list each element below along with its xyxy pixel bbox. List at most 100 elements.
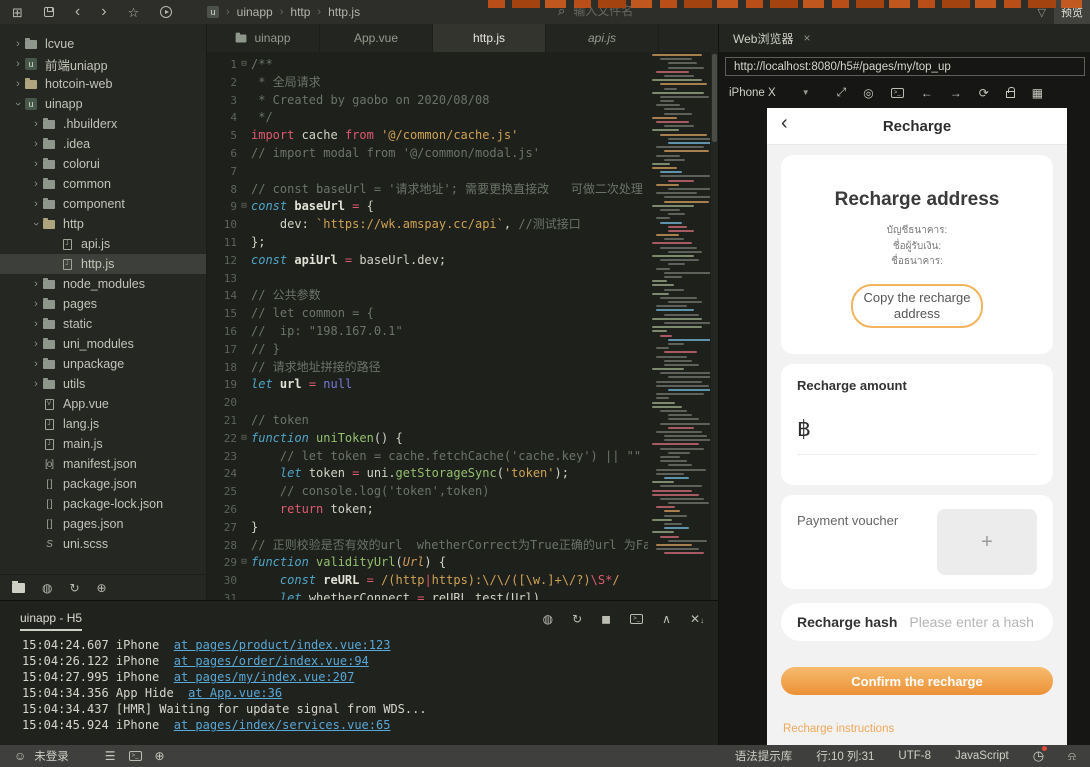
code-line[interactable]: 1 ⊟/** xyxy=(207,56,648,74)
tree-item-manifest-json[interactable]: [o] manifest.json xyxy=(0,454,206,474)
source-location-link[interactable]: at App.vue:36 xyxy=(188,686,282,700)
open-external-icon[interactable]: ⤢ xyxy=(837,85,847,100)
expand-arrow-icon[interactable]: › xyxy=(30,278,42,290)
code-line[interactable]: 27} xyxy=(207,519,648,537)
tree-item-colorui[interactable]: › colorui xyxy=(0,154,206,174)
save-icon[interactable] xyxy=(43,7,54,17)
qr-code-icon[interactable]: ▦ xyxy=(1032,86,1043,100)
code-line[interactable]: 31 let whetherConnect = reURL.test(Url) xyxy=(207,590,648,600)
debug-view-icon[interactable]: ◍ xyxy=(42,581,52,595)
source-location-link[interactable]: at pages/my/index.vue:207 xyxy=(174,670,355,684)
favorite-star-icon[interactable]: ☆ xyxy=(128,6,140,19)
code-line[interactable]: 17// } xyxy=(207,341,648,359)
login-status[interactable]: 未登录 xyxy=(34,748,69,764)
tree-item-main-js[interactable]: Jmain.js xyxy=(0,434,206,454)
tree-item-uinapp[interactable]: › u uinapp xyxy=(0,94,206,114)
code-line[interactable]: 13 xyxy=(207,270,648,288)
expand-arrow-icon[interactable]: › xyxy=(30,378,42,390)
tree-item-package-lock-json[interactable]: [ ] package-lock.json xyxy=(0,494,206,514)
clear-icon[interactable]: ✕↓ xyxy=(690,612,704,626)
settings-gear-icon[interactable]: ◎ xyxy=(863,86,873,100)
expand-arrow-icon[interactable]: › xyxy=(12,58,24,70)
device-select[interactable]: iPhone X ▼ xyxy=(729,87,810,99)
encoding-status[interactable]: UTF-8 xyxy=(898,750,931,762)
code-line[interactable]: 28// 正则校验是否有效的url whetherCorrect为True正确的… xyxy=(207,537,648,555)
tree-item-uni-scss[interactable]: Suni.scss xyxy=(0,534,206,554)
syntax-library-status[interactable]: 语法提示库 xyxy=(735,748,793,764)
console-tab[interactable]: uinapp - H5 xyxy=(20,611,83,631)
new-file-icon[interactable]: ⊞ xyxy=(12,6,23,19)
expand-arrow-icon[interactable]: › xyxy=(30,198,42,210)
plugins-view-icon[interactable]: ⊕ xyxy=(97,581,107,595)
filter-icon[interactable]: ▽ xyxy=(1038,6,1046,19)
tree-item-http[interactable]: › http xyxy=(0,214,206,234)
amount-input-underline[interactable] xyxy=(797,454,1037,455)
terminal-icon[interactable]: >_ xyxy=(630,614,644,624)
minimap[interactable] xyxy=(652,54,710,594)
tree-item-utils[interactable]: › utils xyxy=(0,374,206,394)
restart-icon[interactable]: ↻ xyxy=(572,612,582,626)
editor-tab-App-vue[interactable]: App.vue xyxy=(320,24,433,52)
code-line[interactable]: 29 ⊟ function validityUrl(Url) { xyxy=(207,554,648,572)
tree-item-http-js[interactable]: Jhttp.js xyxy=(0,254,206,274)
editor-tab-uinapp[interactable]: uinapp xyxy=(207,24,320,52)
code-line[interactable]: 8// const baseUrl = '请求地址'; 需要更换直接改 可做二次… xyxy=(207,181,648,199)
tree-item--hbuilderx[interactable]: › .hbuilderx xyxy=(0,114,206,134)
browser-tab[interactable]: Web浏览器 × xyxy=(733,30,810,47)
url-input[interactable] xyxy=(726,60,1084,73)
code-line[interactable]: 21// token xyxy=(207,412,648,430)
expand-arrow-icon[interactable]: › xyxy=(30,298,42,310)
notification-bell-icon[interactable]: ⍾ xyxy=(1068,749,1076,764)
code-editor[interactable]: 1 ⊟/** 2 * 全局请求 3 * Created by gaobo on 202… xyxy=(207,52,718,600)
tree-item-package-json[interactable]: [ ] package.json xyxy=(0,474,206,494)
expand-arrow-icon[interactable]: › xyxy=(30,338,42,350)
code-line[interactable]: 3 * Created by gaobo on 2020/08/08 xyxy=(207,92,648,110)
breadcrumb-item[interactable]: uinapp xyxy=(237,5,273,19)
language-mode[interactable]: JavaScript xyxy=(955,750,1009,762)
code-line[interactable]: 25 // console.log('token',token) xyxy=(207,483,648,501)
expand-arrow-icon[interactable]: › xyxy=(30,118,42,130)
code-line[interactable]: 6// import modal from '@/common/modal.js… xyxy=(207,145,648,163)
hash-input[interactable] xyxy=(909,614,1037,630)
tree-item-uni_modules[interactable]: › uni_modules xyxy=(0,334,206,354)
recharge-instructions-link[interactable]: Recharge instructions xyxy=(783,723,1067,735)
code-line[interactable]: 23 // let token = cache.fetchCache('cach… xyxy=(207,448,648,466)
lock-icon[interactable] xyxy=(1005,87,1015,98)
code-line[interactable]: 22 ⊟ function uniToken() { xyxy=(207,430,648,448)
expand-arrow-icon[interactable]: › xyxy=(30,138,42,150)
stop-icon[interactable]: ◼ xyxy=(601,612,611,626)
breadcrumb-item[interactable]: http xyxy=(290,5,310,19)
code-line[interactable]: 14// 公共参数 xyxy=(207,287,648,305)
tree-item-lang-js[interactable]: Jlang.js xyxy=(0,414,206,434)
tree-item-lcvue[interactable]: › lcvue xyxy=(0,34,206,54)
code-area[interactable]: 1 ⊟/** 2 * 全局请求 3 * Created by gaobo on 202… xyxy=(207,52,648,600)
tree-item-pages-json[interactable]: [ ] pages.json xyxy=(0,514,206,534)
fold-marker-icon[interactable]: ⊟ xyxy=(237,198,251,216)
expand-arrow-icon[interactable]: › xyxy=(30,218,42,230)
files-view-icon[interactable] xyxy=(12,580,25,593)
code-line[interactable]: 26 return token; xyxy=(207,501,648,519)
source-location-link[interactable]: at pages/index/services.vue:65 xyxy=(174,718,391,732)
editor-tab-http-js[interactable]: http.js xyxy=(433,24,546,52)
confirm-recharge-button[interactable]: Confirm the recharge xyxy=(781,667,1053,695)
preview-button[interactable]: 预览 xyxy=(1054,0,1090,24)
back-chevron-icon[interactable]: ‹ xyxy=(781,113,788,133)
code-line[interactable]: 18// 请求地址拼接的路径 xyxy=(207,359,648,377)
expand-arrow-icon[interactable]: › xyxy=(12,78,24,90)
code-line[interactable]: 19 let url = null xyxy=(207,376,648,394)
upload-voucher-button[interactable]: + xyxy=(937,509,1037,575)
code-line[interactable]: 7 xyxy=(207,163,648,181)
tree-item-pages[interactable]: › pages xyxy=(0,294,206,314)
fold-marker-icon[interactable]: ⊟ xyxy=(237,554,251,572)
fold-marker-icon[interactable]: ⊟ xyxy=(237,56,251,74)
sync-view-icon[interactable]: ↻ xyxy=(69,581,79,595)
scrollbar-thumb[interactable] xyxy=(712,54,717,142)
update-clock-icon[interactable]: ◷ xyxy=(1033,746,1048,764)
expand-arrow-icon[interactable]: › xyxy=(30,318,42,330)
code-line[interactable]: 12 const apiUrl = baseUrl.dev; xyxy=(207,252,648,270)
code-line[interactable]: 24 let token = uni.getStorageSync('token… xyxy=(207,465,648,483)
fold-marker-icon[interactable]: ⊟ xyxy=(237,430,251,448)
tree-item-api-js[interactable]: Japi.js xyxy=(0,234,206,254)
refresh-icon[interactable]: ⟳ xyxy=(979,86,989,100)
tree-item-hotcoin-web[interactable]: › hotcoin-web xyxy=(0,74,206,94)
